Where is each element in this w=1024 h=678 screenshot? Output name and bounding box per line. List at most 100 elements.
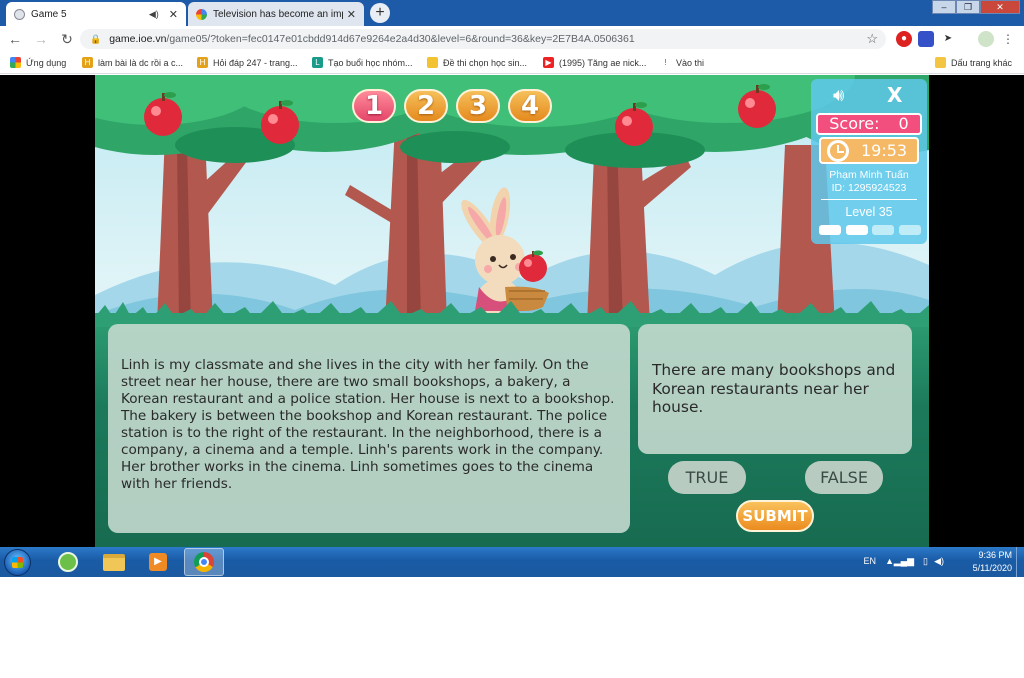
alarm-clock-icon — [827, 140, 849, 162]
bookmark-bee-icon — [427, 57, 438, 68]
bookmark-label: Ứng dụng — [26, 57, 67, 68]
timer-value: 19:53 — [861, 141, 908, 160]
start-button-icon[interactable] — [4, 549, 31, 576]
score-value: 0 — [898, 114, 909, 133]
tab-title: Television has become an import — [213, 8, 343, 20]
tab-title: Game 5 — [31, 8, 67, 20]
battery-icon[interactable]: ▯ — [923, 556, 928, 567]
url-path: /game05/?token=fec0147e01cbdd914d67e9264… — [166, 33, 635, 45]
bookmark-apps[interactable]: Ứng dụng — [10, 57, 66, 68]
window-close-icon[interactable]: ✕ — [980, 0, 1020, 14]
reload-icon[interactable]: ↻ — [56, 31, 78, 48]
google-favicon-icon — [196, 8, 207, 20]
tab-game5[interactable]: Game 5 ◀) ✕ — [6, 2, 186, 26]
browser-toolbar: ← → ↻ 🔒 game.ioe.vn/game05/?token=fec014… — [0, 26, 1024, 52]
media-player-icon[interactable]: ▶ — [138, 548, 178, 576]
bookmark-label: Hỏi đáp 247 - trang... — [213, 57, 298, 68]
bookmark-l-icon: L — [312, 57, 323, 68]
system-tray: EN ▲ ▂▄▆ ▯ ◀) 9:36 PM 5/11/2020 — [854, 547, 1014, 577]
bookmark-item[interactable]: H làm bài là dc rồi a c... — [82, 57, 183, 68]
progress-dots — [819, 225, 921, 235]
forward-arrow-icon[interactable]: → — [30, 31, 52, 47]
bookmark-label: Dấu trang khác — [951, 57, 1013, 68]
score-label: Score: — [829, 114, 880, 133]
level-label: Level 35 — [845, 205, 893, 219]
minimize-icon[interactable]: – — [932, 0, 956, 14]
bookmark-item[interactable]: ! Vào thi — [660, 57, 704, 68]
youtube-icon: ▶ — [543, 57, 554, 68]
audio-playing-icon[interactable]: ◀) — [149, 9, 159, 20]
question-number-button[interactable]: 2 — [404, 89, 448, 123]
progress-dot — [872, 225, 895, 235]
bookmark-label: Tạo buổi học nhóm... — [328, 57, 413, 68]
player-name: Phạm Minh Tuấn — [829, 169, 909, 181]
bookmark-label: làm bài là dc rồi a c... — [98, 57, 184, 68]
window-controls: – ❐ ✕ — [932, 0, 1020, 14]
extension-blue-icon[interactable] — [918, 31, 934, 47]
extension-red-icon[interactable]: ● — [896, 31, 912, 47]
clock-time[interactable]: 9:36 PM — [978, 550, 1012, 560]
false-button[interactable]: FALSE — [805, 461, 883, 494]
divider — [821, 199, 917, 200]
new-tab-button[interactable]: + — [370, 3, 390, 23]
player-id: ID: 1295924523 — [831, 182, 907, 194]
lock-icon: 🔒 — [90, 33, 102, 44]
panel-icons: 🔊︎ X — [811, 83, 927, 107]
close-game-icon[interactable]: X — [887, 83, 902, 107]
page-area: 1 2 3 4 🔊︎ X Score: 0 19:53 Phạm Minh Tu… — [0, 75, 1024, 547]
grass-strip — [95, 301, 929, 327]
bookmark-item[interactable]: H Hỏi đáp 247 - trang... — [197, 57, 298, 68]
question-number-button[interactable]: 4 — [508, 89, 552, 123]
volume-icon[interactable]: ◀) — [934, 556, 944, 567]
bookmark-item[interactable]: Đề thi chọn học sin... — [427, 57, 527, 68]
player-info: Phạm Minh Tuấn ID: 1295924523 — [811, 169, 927, 195]
language-indicator[interactable]: EN — [863, 556, 876, 566]
close-tab-icon[interactable]: ✕ — [169, 8, 178, 21]
bookmarks-bar: Ứng dụng H làm bài là dc rồi a c... H Hỏ… — [0, 52, 1024, 74]
timer-display: 19:53 — [819, 137, 919, 164]
bookmark-h-icon: H — [197, 57, 208, 68]
bookmark-label: (1995) Tăng ae nick... — [559, 57, 647, 68]
game-favicon-icon — [14, 8, 25, 20]
progress-dot — [898, 225, 921, 235]
tab-television[interactable]: Television has become an import ✕ — [188, 2, 364, 26]
bookmark-item[interactable]: L Tạo buổi học nhóm... — [312, 57, 413, 68]
close-tab-icon[interactable]: ✕ — [347, 8, 356, 21]
bookmark-star-icon[interactable]: ☆ — [866, 31, 878, 47]
extension-cursor-icon[interactable]: ➤ — [940, 31, 956, 47]
bookmark-label: Vào thi — [676, 57, 705, 68]
back-arrow-icon[interactable]: ← — [4, 31, 26, 47]
true-button[interactable]: TRUE — [668, 461, 746, 494]
windows-taskbar: ▶ EN ▲ ▂▄▆ ▯ ◀) 9:36 PM 5/11/2020 — [0, 547, 1024, 577]
chrome-taskbar-icon[interactable] — [184, 548, 224, 576]
submit-button[interactable]: SUBMIT — [736, 500, 814, 532]
address-bar[interactable]: 🔒 game.ioe.vn/game05/?token=fec0147e01cb… — [80, 29, 886, 49]
progress-dot — [845, 225, 868, 235]
question-number-button[interactable]: 1 — [352, 89, 396, 123]
file-explorer-icon[interactable] — [94, 548, 134, 576]
tray-expand-icon[interactable]: ▲ — [885, 556, 894, 566]
show-desktop-button[interactable] — [1016, 547, 1024, 577]
apps-grid-icon — [10, 57, 21, 68]
score-panel: 🔊︎ X Score: 0 19:53 Phạm Minh Tuấn ID: 1… — [811, 79, 927, 244]
reading-passage: Linh is my classmate and she lives in th… — [108, 324, 630, 533]
menu-kebab-icon[interactable]: ⋮ — [1000, 31, 1016, 47]
score-display: Score: 0 — [816, 113, 922, 135]
url-host: game.ioe.vn — [109, 33, 167, 45]
other-bookmarks[interactable]: Dấu trang khác — [935, 57, 1012, 68]
taskbar-app-green-icon[interactable] — [48, 548, 88, 576]
browser-tab-bar: Game 5 ◀) ✕ Television has become an imp… — [0, 0, 1024, 26]
game-canvas: 1 2 3 4 🔊︎ X Score: 0 19:53 Phạm Minh Tu… — [95, 75, 929, 547]
restore-icon[interactable]: ❐ — [956, 0, 980, 14]
profile-avatar-icon[interactable] — [978, 31, 994, 47]
speaker-icon[interactable]: 🔊︎ — [833, 85, 844, 106]
bookmark-label: Đề thi chọn học sin... — [443, 57, 528, 68]
folder-icon — [935, 57, 946, 68]
question-number-button[interactable]: 3 — [456, 89, 500, 123]
bookmark-item[interactable]: ▶ (1995) Tăng ae nick... — [543, 57, 646, 68]
bookmark-pin-icon: ! — [664, 58, 667, 67]
network-signal-icon[interactable]: ▂▄▆ — [894, 556, 914, 567]
progress-dot — [819, 225, 841, 235]
clock-date[interactable]: 5/11/2020 — [973, 563, 1012, 573]
question-statement: There are many bookshops and Korean rest… — [638, 324, 912, 454]
